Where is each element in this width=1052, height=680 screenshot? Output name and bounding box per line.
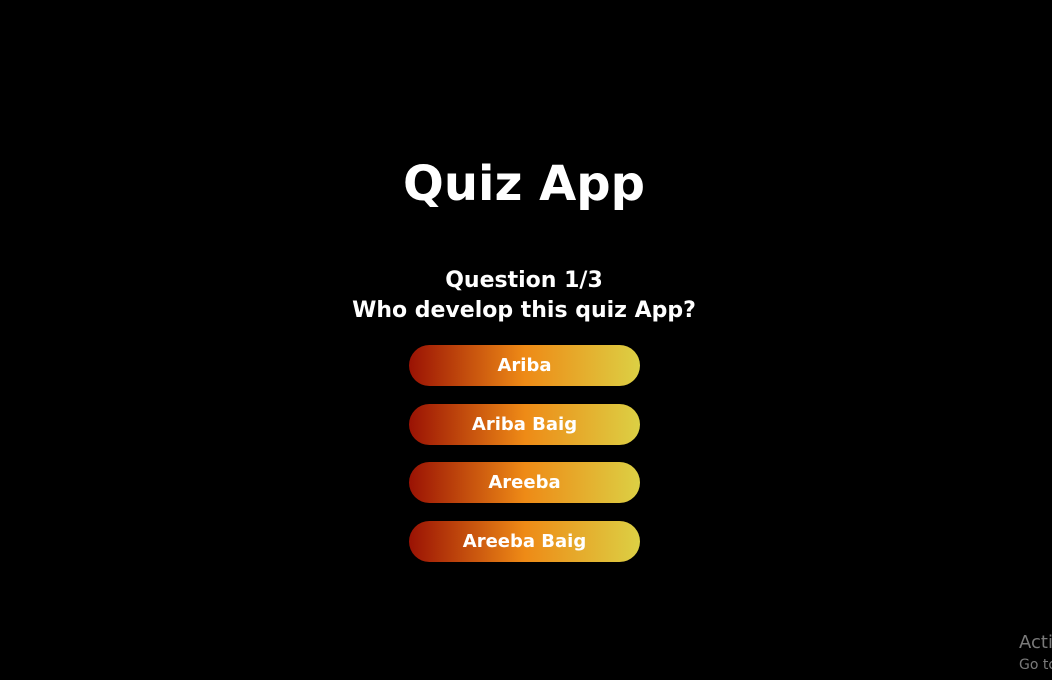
answer-option-button[interactable]: Ariba Baig — [409, 403, 640, 445]
question-text: Who develop this quiz App? — [352, 298, 696, 323]
answer-options: Ariba Ariba Baig Areeba Areeba Baig — [409, 345, 640, 579]
answer-option-button[interactable]: Areeba Baig — [409, 520, 640, 562]
answer-option-button[interactable]: Ariba — [409, 345, 640, 386]
watermark-line-2: Go to — [1019, 657, 1052, 673]
app-title: Quiz App — [403, 156, 645, 212]
question-counter: Question 1/3 — [445, 268, 603, 293]
activation-watermark: Acti Go to — [1019, 631, 1052, 675]
question-block: Question 1/3 Who develop this quiz App? — [0, 266, 1048, 326]
answer-option-button[interactable]: Areeba — [409, 462, 640, 503]
quiz-page: Quiz App Question 1/3 Who develop this q… — [0, 0, 1052, 680]
watermark-line-1: Acti — [1019, 632, 1052, 653]
